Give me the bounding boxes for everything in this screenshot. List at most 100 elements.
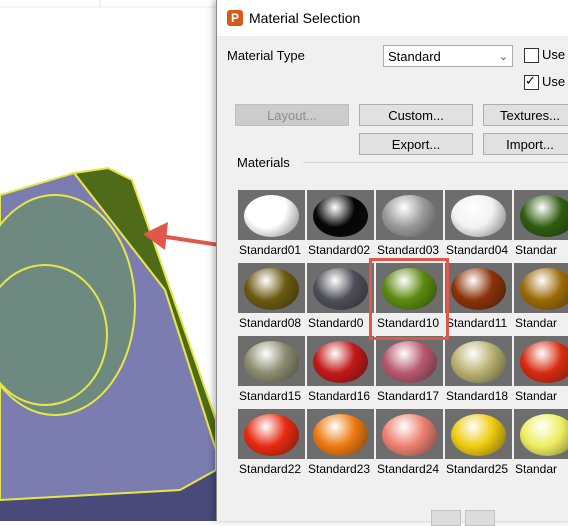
material-preview: [445, 190, 512, 240]
material-swatch-standard18[interactable]: Standard18: [444, 336, 513, 404]
material-name: Standard15: [239, 389, 302, 403]
material-sphere-icon: [520, 268, 568, 310]
material-selection-dialog: P Material Selection Material Type Stand…: [216, 0, 568, 526]
material-preview: [514, 190, 568, 240]
materials-group-label: Materials: [237, 155, 290, 170]
material-sphere-icon: [382, 268, 437, 310]
material-name: Standard02: [308, 243, 371, 257]
material-swatch-standard05[interactable]: Standar: [513, 190, 568, 258]
material-name: Standard22: [239, 462, 302, 476]
material-name: Standard24: [377, 462, 440, 476]
material-name: Standard11: [446, 316, 508, 330]
material-swatch-standard26[interactable]: Standar: [513, 409, 568, 477]
export-button[interactable]: Export...: [359, 133, 473, 155]
material-type-label: Material Type: [227, 48, 305, 63]
material-sphere-icon: [244, 414, 299, 456]
material-sphere-icon: [451, 195, 506, 237]
material-sphere-icon: [313, 268, 368, 310]
material-swatch-standard08[interactable]: Standard08: [237, 263, 306, 331]
material-sphere-icon: [313, 414, 368, 456]
material-preview: [376, 263, 443, 313]
material-name: Standard04: [446, 243, 509, 257]
material-sphere-icon: [244, 268, 299, 310]
material-name: Standard18: [446, 389, 509, 403]
materials-group-divider: [303, 162, 568, 163]
material-name: Standard23: [308, 462, 371, 476]
material-name: Standard10: [377, 316, 440, 330]
layout-button[interactable]: Layout...: [235, 104, 349, 126]
dialog-titlebar[interactable]: P Material Selection: [217, 0, 568, 36]
material-swatch-standard09[interactable]: Standard0: [306, 263, 375, 331]
material-name: Standard0: [308, 316, 364, 330]
chevron-down-icon: ⌄: [498, 51, 508, 63]
material-sphere-icon: [244, 341, 299, 383]
material-swatch-standard10[interactable]: Standard10: [375, 263, 444, 331]
material-swatch-standard12[interactable]: Standar: [513, 263, 568, 331]
material-preview: [307, 263, 374, 313]
material-name: Standard16: [308, 389, 371, 403]
material-name: Standar: [515, 462, 558, 476]
material-preview: [514, 263, 568, 313]
material-preview: [238, 263, 305, 313]
material-swatch-standard23[interactable]: Standard23: [306, 409, 375, 477]
material-name: Standard03: [377, 243, 440, 257]
material-swatch-standard25[interactable]: Standard25: [444, 409, 513, 477]
import-button[interactable]: Import...: [483, 133, 568, 155]
material-sphere-icon: [520, 195, 568, 237]
material-swatch-standard17[interactable]: Standard17: [375, 336, 444, 404]
material-preview: [307, 336, 374, 386]
material-preview: [445, 263, 512, 313]
material-preview: [238, 336, 305, 386]
material-name: Standar: [515, 243, 558, 257]
material-sphere-icon: [451, 268, 506, 310]
material-swatch-standard01[interactable]: Standard01: [237, 190, 306, 258]
material-preview: [238, 190, 305, 240]
material-preview: [445, 409, 512, 459]
use-v-label: Use v: [542, 47, 568, 62]
material-swatch-standard24[interactable]: Standard24: [375, 409, 444, 477]
material-name: Standard08: [239, 316, 302, 330]
material-sphere-icon: [520, 414, 568, 456]
material-swatch-standard15[interactable]: Standard15: [237, 336, 306, 404]
material-swatch-standard16[interactable]: Standard16: [306, 336, 375, 404]
scroll-right-button[interactable]: [465, 510, 495, 526]
use-i-checkbox[interactable]: [524, 73, 539, 90]
material-sphere-icon: [451, 341, 506, 383]
material-name: Standar: [515, 316, 558, 330]
use-v-checkbox[interactable]: [524, 48, 539, 63]
material-sphere-icon: [382, 341, 437, 383]
material-type-select[interactable]: Standard ⌄: [383, 45, 513, 67]
material-name: Standard01: [239, 243, 302, 257]
textures-button[interactable]: Textures...: [483, 104, 568, 126]
material-sphere-icon: [313, 195, 368, 237]
material-preview: [376, 190, 443, 240]
scroll-left-button[interactable]: [431, 510, 461, 526]
material-name: Standard17: [377, 389, 440, 403]
material-preview: [238, 409, 305, 459]
material-sphere-icon: [520, 341, 568, 383]
dialog-title: Material Selection: [249, 10, 361, 26]
material-preview: [514, 409, 568, 459]
material-preview: [376, 409, 443, 459]
material-sphere-icon: [382, 195, 437, 237]
material-sphere-icon: [244, 195, 299, 237]
material-name: Standar: [515, 389, 558, 403]
material-sphere-icon: [382, 414, 437, 456]
material-swatch-standard03[interactable]: Standard03: [375, 190, 444, 258]
material-type-value: Standard: [388, 49, 441, 64]
use-i-label: Use i: [542, 74, 568, 89]
material-swatch-standard22[interactable]: Standard22: [237, 409, 306, 477]
material-swatch-standard11[interactable]: Standard11: [444, 263, 513, 331]
material-swatch-standard19[interactable]: Standar: [513, 336, 568, 404]
material-preview: [307, 190, 374, 240]
materials-grid: Standard01 Standard02 Standard03 Standard04…: [237, 190, 568, 490]
material-sphere-icon: [313, 341, 368, 383]
material-swatch-standard02[interactable]: Standard02: [306, 190, 375, 258]
material-preview: [376, 336, 443, 386]
material-sphere-icon: [451, 414, 506, 456]
material-preview: [445, 336, 512, 386]
material-preview: [514, 336, 568, 386]
material-swatch-standard04[interactable]: Standard04: [444, 190, 513, 258]
custom-button[interactable]: Custom...: [359, 104, 473, 126]
app-logo-icon: P: [227, 10, 243, 26]
